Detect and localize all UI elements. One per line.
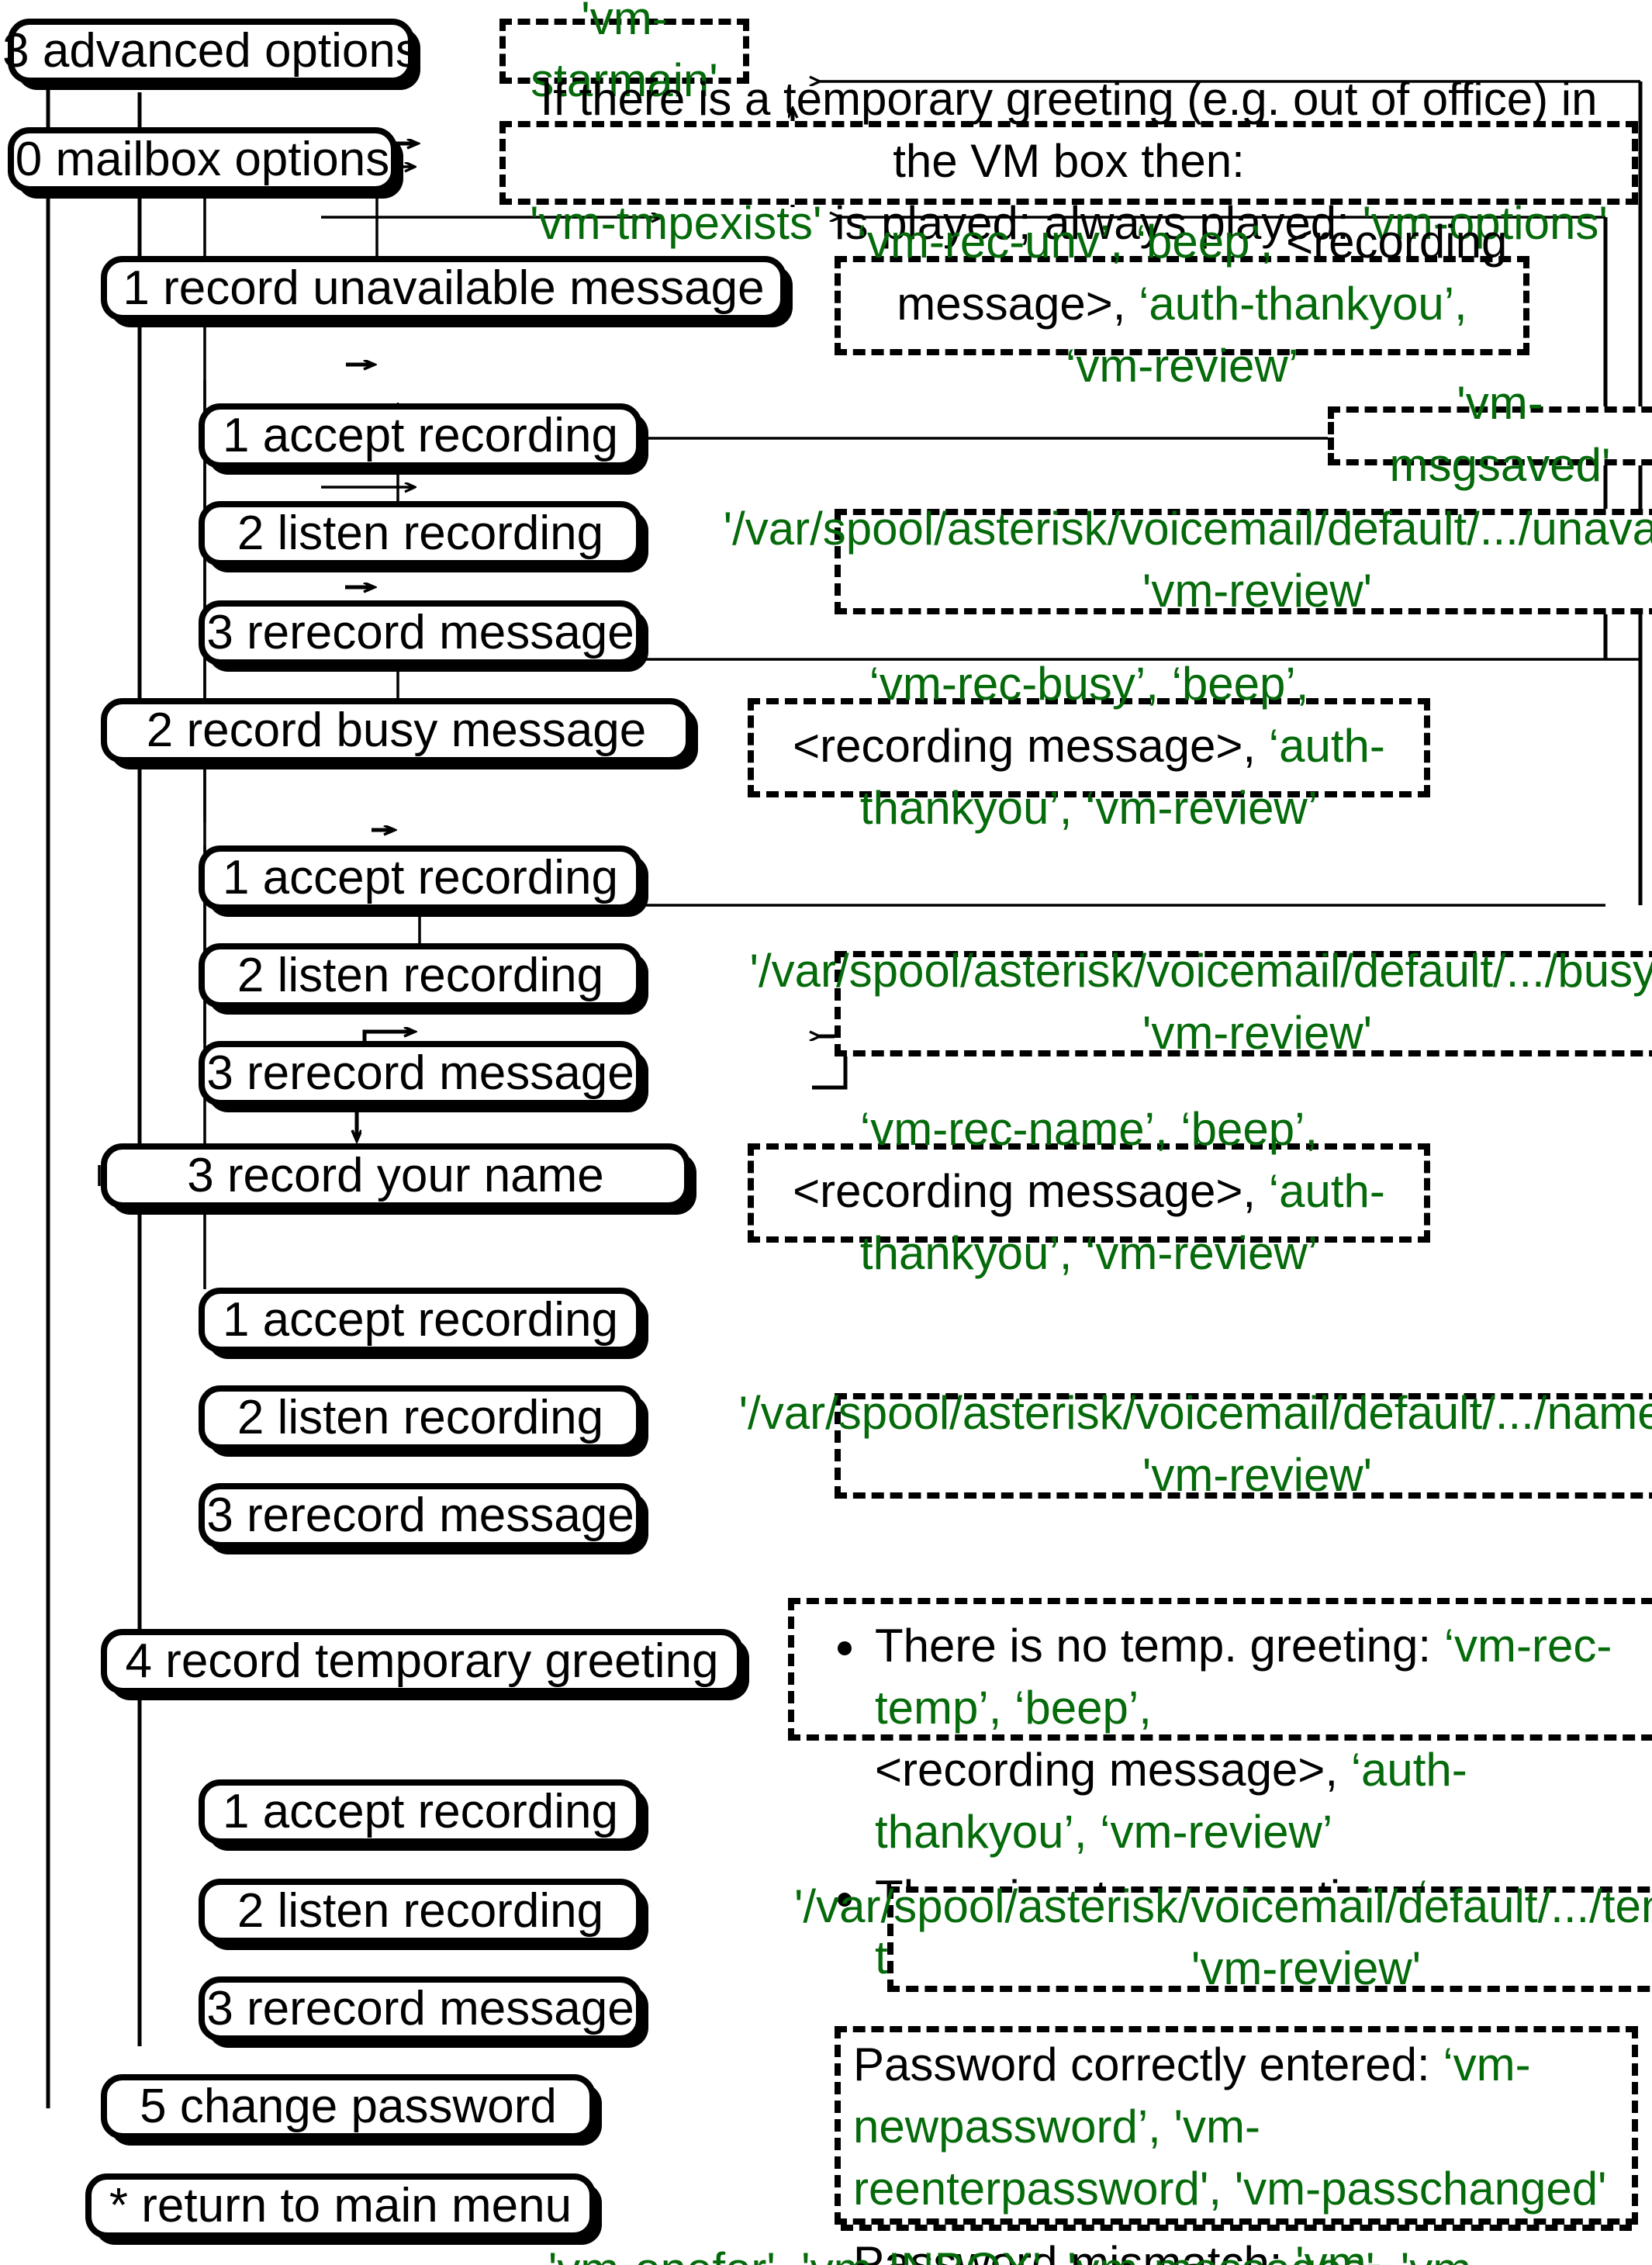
bullet-1-plain-a: There is no temp. greeting: bbox=[875, 1621, 1444, 1672]
menu-box-label: 0 mailbox options bbox=[15, 131, 390, 186]
menu-box-label: 3 advanced options bbox=[2, 22, 420, 78]
menu-box-record-unavailable-message[interactable]: 1 record unavailable message bbox=[101, 256, 786, 321]
menu-box-busy-listen-recording[interactable]: 2 listen recording bbox=[199, 943, 642, 1008]
menu-box-label: 2 listen recording bbox=[237, 1389, 604, 1444]
note-file-path: '/var/spool/asterisk/voicemail/default/.… bbox=[793, 1882, 1652, 1934]
note-record-temporary-greeting-prompts: There is no temp. greeting: ‘vm-rec-temp… bbox=[788, 1598, 1652, 1985]
note-prompt-review: 'vm-review' bbox=[1191, 1944, 1422, 1995]
note-file-path: '/var/spool/asterisk/voicemail/default/.… bbox=[749, 946, 1652, 998]
menu-box-temp-accept-recording[interactable]: 1 accept recording bbox=[199, 1779, 642, 1845]
note-record-busy-prompts: ‘vm-rec-busy’, ‘beep’, <recording messag… bbox=[748, 659, 1430, 835]
menu-box-label: 3 rerecord message bbox=[206, 1487, 634, 1542]
menu-box-change-password[interactable]: 5 change password bbox=[101, 2074, 596, 2139]
note-plain-recording: <recording message>, bbox=[793, 721, 1269, 773]
menu-box-label: 5 change password bbox=[140, 2078, 557, 2133]
menu-box-label: 1 accept recording bbox=[222, 1292, 619, 1347]
menu-box-label: 3 rerecord message bbox=[206, 604, 634, 659]
menu-box-label: 2 listen recording bbox=[237, 947, 604, 1002]
note-prompt-rec-busy: ‘vm-rec-busy’, ‘beep’, bbox=[869, 659, 1309, 711]
menu-box-label: 1 accept recording bbox=[222, 1783, 619, 1838]
menu-box-label: 1 record unavailable message bbox=[123, 260, 765, 315]
menu-box-label: 2 record busy message bbox=[146, 702, 647, 757]
note-busy-tmp-file: '/var/spool/asterisk/voicemail/default/.… bbox=[750, 946, 1652, 1060]
note-file-path: '/var/spool/asterisk/voicemail/default/.… bbox=[738, 1388, 1652, 1440]
note-msgsaved: 'vm-msgsaved' bbox=[1328, 379, 1652, 492]
menu-box-label: 2 listen recording bbox=[237, 1883, 604, 1938]
password-correct-plain: Password correctly entered: bbox=[853, 2040, 1443, 2091]
menu-box-advanced-options[interactable]: 3 advanced options bbox=[2, 19, 420, 84]
menu-box-label: 3 record your name bbox=[187, 1147, 604, 1202]
menu-box-name-accept-recording[interactable]: 1 accept recording bbox=[199, 1288, 642, 1353]
menu-box-label: 1 accept recording bbox=[222, 407, 619, 462]
note-unavail-tmp-file: '/var/spool/asterisk/voicemail/default/.… bbox=[724, 504, 1652, 617]
menu-box-name-listen-recording[interactable]: 2 listen recording bbox=[199, 1385, 642, 1451]
menu-box-mailbox-options[interactable]: 0 mailbox options bbox=[8, 127, 397, 192]
menu-box-record-busy-message[interactable]: 2 record busy message bbox=[101, 698, 692, 763]
note-prompt-help: 'vm-onefor', 'vm-INBOX', 'vm-messages', … bbox=[521, 2240, 1514, 2265]
note-prompt-review: 'vm-review' bbox=[1142, 566, 1373, 617]
note-file-path: '/var/spool/asterisk/voicemail/default/.… bbox=[723, 504, 1652, 556]
password-correct-segment: Password correctly entered: ‘vm-newpassw… bbox=[841, 2032, 1632, 2231]
menu-box-label: 1 accept recording bbox=[222, 849, 619, 904]
menu-box-label: 3 rerecord message bbox=[206, 1045, 634, 1100]
menu-box-unavail-accept-recording[interactable]: 1 accept recording bbox=[199, 403, 642, 469]
menu-box-name-rerecord-message[interactable]: 3 rerecord message bbox=[199, 1483, 642, 1548]
bullet-no-temp-greeting: There is no temp. greeting: ‘vm-rec-temp… bbox=[875, 1617, 1650, 1864]
note-temp-tmp-file: '/var/spool/asterisk/voicemail/default/.… bbox=[794, 1882, 1652, 1995]
note-record-name-prompts: ‘vm-rec-name’, ‘beep’, <recording messag… bbox=[748, 1105, 1430, 1280]
note-name-tmp-file: '/var/spool/asterisk/voicemail/default/.… bbox=[739, 1388, 1652, 1502]
note-line-1: If there is a temporary greeting (e.g. o… bbox=[540, 74, 1598, 188]
menu-box-temp-listen-recording[interactable]: 2 listen recording bbox=[199, 1879, 642, 1944]
menu-box-label: 2 listen recording bbox=[237, 505, 604, 560]
voicemail-flow-diagram: 3 advanced options 0 mailbox options 1 r… bbox=[0, 0, 1652, 2265]
menu-box-temp-rerecord-message[interactable]: 3 rerecord message bbox=[199, 1976, 642, 2042]
menu-box-record-your-name[interactable]: 3 record your name bbox=[101, 1143, 690, 1209]
menu-box-label: * return to main menu bbox=[109, 2177, 572, 2232]
note-prompt-tmpexists: 'vm-tmpexists' bbox=[530, 198, 822, 250]
menu-box-unavail-rerecord-message[interactable]: 3 rerecord message bbox=[199, 600, 642, 666]
note-plain-recording: <recording message>, bbox=[793, 1167, 1269, 1219]
menu-box-busy-rerecord-message[interactable]: 3 rerecord message bbox=[199, 1041, 642, 1106]
note-change-password-outcomes: Password correctly entered: ‘vm-newpassw… bbox=[835, 2026, 1638, 2265]
note-prompt-review: 'vm-review' bbox=[1142, 1008, 1373, 1060]
menu-box-label: 4 record temporary greeting bbox=[125, 1633, 719, 1688]
bullet-1-plain-b: <recording message>, bbox=[875, 1745, 1351, 1796]
note-prompt-msgsaved: 'vm-msgsaved' bbox=[1389, 379, 1611, 492]
menu-box-busy-accept-recording[interactable]: 1 accept recording bbox=[199, 845, 642, 911]
note-record-unavailable-prompts: ‘vm-rec-unv’, ‘beep’, <recording message… bbox=[835, 217, 1529, 392]
note-prompt-rec-unv: ‘vm-rec-unv’, ‘beep’, bbox=[856, 217, 1274, 269]
note-prompt-review: 'vm-review' bbox=[1142, 1451, 1373, 1502]
note-prompt-rec-name: ‘vm-rec-name’, ‘beep’, bbox=[859, 1105, 1318, 1157]
note-mailbox-options: If there is a temporary greeting (e.g. o… bbox=[499, 74, 1638, 250]
menu-box-return-to-main-menu[interactable]: * return to main menu bbox=[85, 2173, 596, 2239]
menu-box-unavail-listen-recording[interactable]: 2 listen recording bbox=[199, 501, 642, 566]
menu-box-label: 3 rerecord message bbox=[206, 1980, 634, 2035]
menu-box-record-temporary-greeting[interactable]: 4 record temporary greeting bbox=[101, 1629, 743, 1694]
